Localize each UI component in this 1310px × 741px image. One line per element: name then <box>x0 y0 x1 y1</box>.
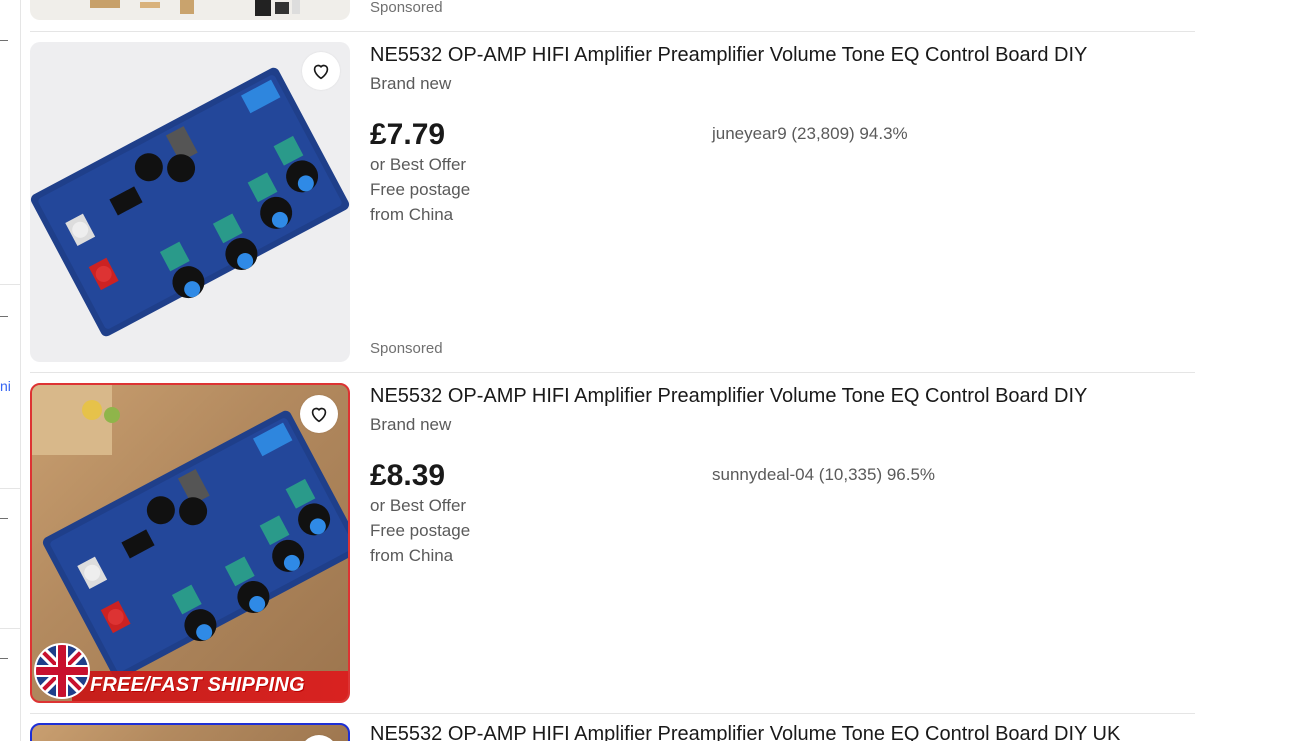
rail-dash <box>0 518 8 519</box>
listing-title[interactable]: NE5532 OP-AMP HIFI Amplifier Preamplifie… <box>370 44 1087 67</box>
rail-divider <box>0 488 20 489</box>
listing-item[interactable]: NE5532 OP-AMP HIFI Amplifier Preamplifie… <box>30 42 1195 362</box>
divider <box>30 713 1195 714</box>
rail-divider <box>0 628 20 629</box>
seller-info: juneyear9 (23,809) 94.3% <box>712 124 908 143</box>
sponsored-label: Sponsored <box>370 0 443 16</box>
rail-dash <box>0 316 8 317</box>
heart-icon <box>311 407 327 423</box>
best-offer-text: or Best Offer <box>370 496 467 515</box>
listing-title[interactable]: NE5532 OP-AMP HIFI Amplifier Preamplifie… <box>370 723 1120 741</box>
product-image[interactable] <box>30 0 350 20</box>
uk-flag-icon <box>34 643 90 699</box>
listing-item-partial[interactable]: NE5532 OP-AMP HIFI Amplifier Preamplifie… <box>30 723 1195 741</box>
condition-text: Brand new <box>370 415 452 434</box>
listing-item-partial[interactable]: Sponsored <box>30 0 1195 20</box>
product-image[interactable] <box>30 723 350 741</box>
divider <box>30 31 1195 32</box>
listing-title[interactable]: NE5532 OP-AMP HIFI Amplifier Preamplifie… <box>370 385 1087 408</box>
rail-dash <box>0 658 8 659</box>
origin-text: from China <box>370 546 454 565</box>
product-image[interactable] <box>30 42 350 362</box>
heart-icon <box>313 64 329 80</box>
price: £8.39 <box>370 459 446 492</box>
listing-item[interactable]: FREE/FAST SHIPPING NE5532 OP-AMP HIFI Am… <box>30 383 1195 703</box>
watch-button[interactable] <box>300 735 338 741</box>
watch-button[interactable] <box>302 52 340 90</box>
seller-info: sunnydeal-04 (10,335) 96.5% <box>712 465 936 484</box>
condition-text: Brand new <box>370 74 452 93</box>
product-image[interactable]: FREE/FAST SHIPPING <box>30 383 350 703</box>
free-shipping-banner: FREE/FAST SHIPPING <box>90 674 305 696</box>
postage-text: Free postage <box>370 180 471 199</box>
rail-link-partial[interactable]: ni <box>0 378 11 394</box>
rail-dash <box>0 40 8 41</box>
origin-text: from China <box>370 205 454 224</box>
divider <box>30 372 1195 373</box>
best-offer-text: or Best Offer <box>370 155 467 174</box>
watch-button[interactable] <box>300 395 338 433</box>
postage-text: Free postage <box>370 521 471 540</box>
price: £7.79 <box>370 118 446 151</box>
filter-sidebar: ni <box>0 0 21 741</box>
sponsored-label: Sponsored <box>370 340 443 357</box>
rail-divider <box>0 284 20 285</box>
